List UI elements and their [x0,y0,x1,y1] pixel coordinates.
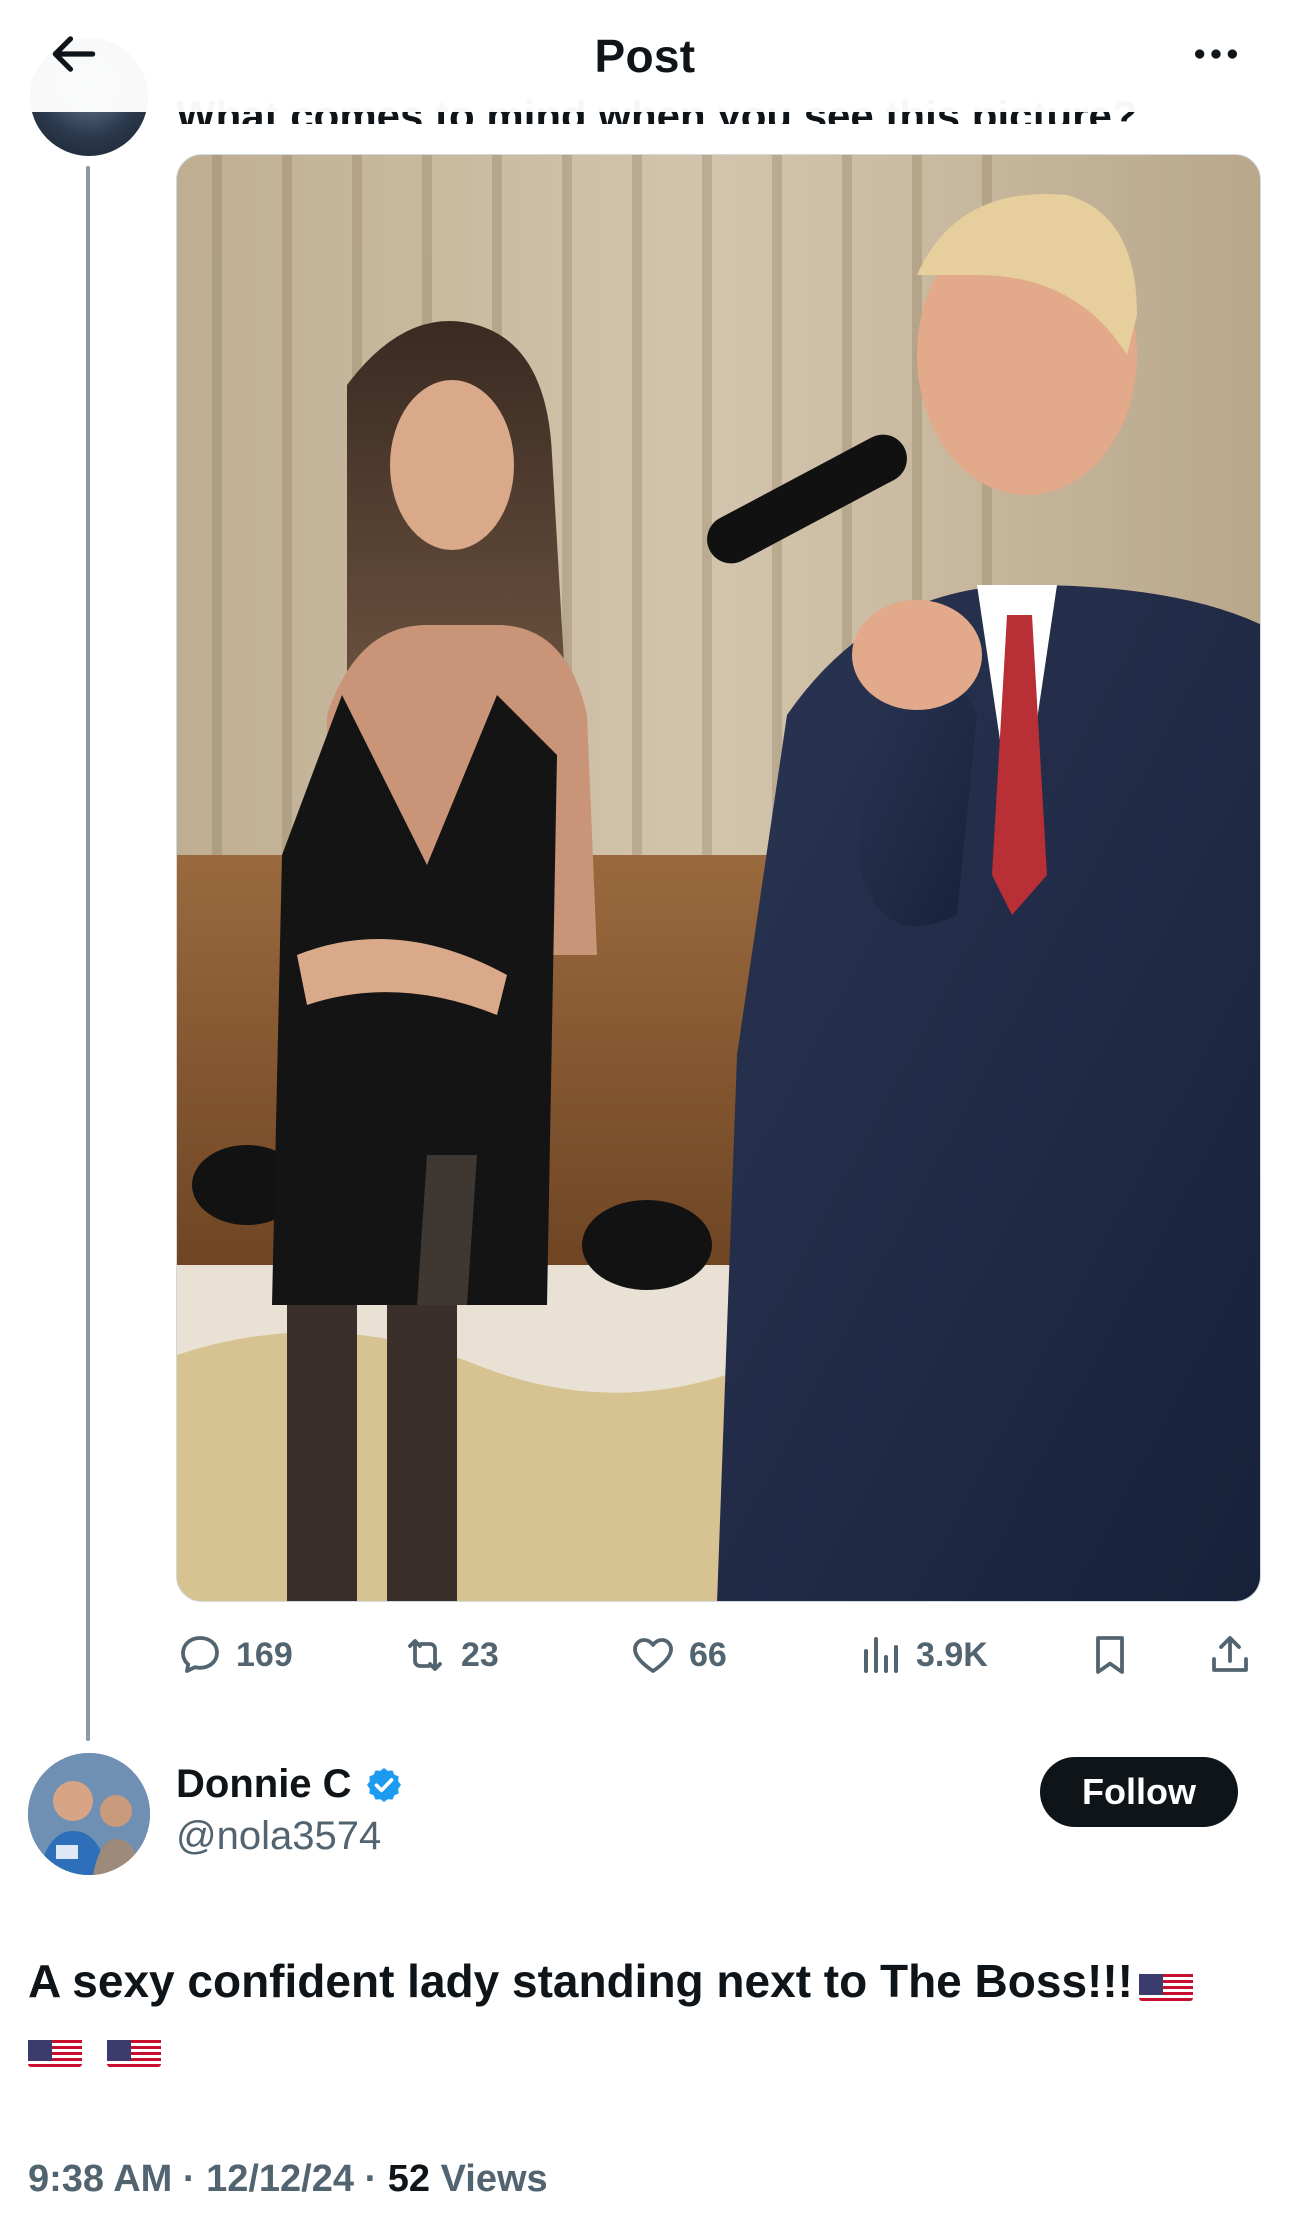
post-media-image[interactable] [176,154,1261,1602]
more-horizontal-icon [1195,49,1237,59]
repost-icon [408,1639,442,1671]
photo-illustration [177,155,1260,1601]
post-views-label: Views [440,2158,548,2200]
follow-button[interactable]: Follow [1040,1757,1238,1827]
bookmark-button[interactable] [1086,1620,1134,1690]
reply-count: 169 [236,1635,293,1674]
flag-us-icon [1139,1963,1193,2001]
like-button[interactable]: 66 [629,1620,727,1690]
post-meta: 9:38 AM · 12/12/24 · 52 Views [28,2158,548,2201]
post-page: What comes to mind when you see this pic… [0,0,1290,2223]
views-button[interactable]: 3.9K [856,1620,988,1690]
repost-count: 23 [461,1635,499,1674]
post-views-count: 52 [387,2158,431,2200]
reply-icon [181,1636,219,1673]
bookmark-icon [1096,1636,1124,1674]
author-name: Donnie C [176,1762,352,1806]
author-name-row[interactable]: Donnie C [176,1762,404,1807]
author-handle[interactable]: @nola3574 [176,1814,381,1859]
more-options-button[interactable] [1182,20,1250,88]
verified-badge-icon [366,1767,401,1802]
flag-us-icon [106,2029,161,2067]
thread-connector-line [86,166,90,1741]
top-header: Post [0,0,1290,112]
avatar-photo [28,1753,150,1875]
page-title: Post [594,30,696,82]
share-button[interactable] [1206,1620,1254,1690]
meta-separator: · [364,2158,378,2200]
post-action-bar: 169 23 66 3.9K [176,1620,1261,1690]
post-text: A sexy confident lady standing next to T… [28,1955,1133,2007]
like-count: 66 [689,1635,727,1674]
flag-us-icon [28,2029,82,2067]
meta-separator: · [182,2158,196,2200]
reply-button[interactable]: 169 [176,1620,293,1690]
share-icon [1212,1636,1248,1672]
views-count: 3.9K [916,1635,988,1674]
arrow-left-icon [52,36,96,72]
repost-button[interactable]: 23 [401,1620,499,1690]
post-body: A sexy confident lady standing next to T… [28,1948,1258,2080]
back-button[interactable] [40,20,108,88]
views-chart-icon [864,1637,898,1673]
post-date[interactable]: 12/12/24 [206,2158,354,2200]
author-avatar[interactable] [28,1753,150,1875]
heart-icon [633,1638,673,1673]
post-time[interactable]: 9:38 AM [28,2158,172,2200]
